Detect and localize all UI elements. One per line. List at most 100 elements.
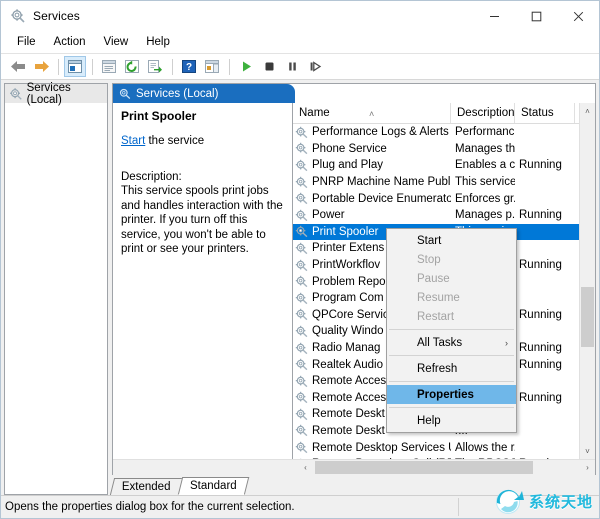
export-list-icon[interactable]	[144, 56, 166, 77]
sort-ascending-icon: ˄	[369, 109, 375, 119]
view-tabs: Extended Standard	[109, 475, 596, 495]
menu-view[interactable]: View	[95, 34, 138, 51]
table-row[interactable]: PNRP Machine Name Publi... This service .…	[293, 174, 579, 191]
row-description-cell: Enables a c...	[455, 159, 515, 172]
restart-service-icon[interactable]	[304, 56, 326, 77]
service-detail-panel: Print Spooler Start the service Descript…	[113, 103, 293, 459]
row-status-cell: Running	[519, 159, 562, 172]
services-gear-icon	[295, 325, 308, 338]
table-row[interactable]: Portable Device Enumerator... Enforces gr…	[293, 190, 579, 207]
maximize-button[interactable]	[515, 1, 557, 31]
tab-extended-label: Extended	[121, 481, 171, 493]
row-name-label: Print Spooler	[312, 225, 379, 238]
tree-item-services-local[interactable]: Services (Local)	[5, 81, 107, 106]
row-name-label: Realtek Audio	[312, 358, 383, 371]
list-vertical-scrollbar[interactable]: ˄ ˅	[579, 103, 595, 459]
scroll-right-icon[interactable]: ›	[580, 460, 595, 475]
row-description-cell: The RPCSS ...	[451, 458, 515, 459]
vertical-scroll-thumb[interactable]	[581, 287, 594, 347]
row-name-label: Remote Procedure Call (RPC)	[312, 458, 451, 459]
row-name-label: Remote Acces	[312, 391, 387, 404]
tab-extended[interactable]: Extended	[109, 478, 183, 495]
close-button[interactable]	[557, 1, 599, 31]
results-pane: Services (Local) Print Spooler Start the…	[109, 83, 596, 495]
services-gear-icon	[295, 408, 308, 421]
forward-icon[interactable]	[30, 56, 52, 77]
menu-bar: File Action View Help	[1, 31, 599, 54]
context-menu-item-refresh[interactable]: Refresh	[387, 359, 516, 378]
menu-help[interactable]: Help	[137, 34, 179, 51]
row-name-label: QPCore Servic	[312, 308, 389, 321]
back-icon[interactable]	[7, 56, 29, 77]
row-name-label: Quality Windo	[312, 325, 384, 338]
menu-file[interactable]: File	[8, 34, 45, 51]
services-gear-icon	[295, 242, 308, 255]
tab-standard[interactable]: Standard	[177, 477, 249, 495]
table-row[interactable]: Power Manages p... Running	[293, 207, 579, 224]
context-menu-item-label: Refresh	[417, 362, 458, 375]
horizontal-scroll-track[interactable]	[313, 460, 580, 475]
properties-icon[interactable]	[98, 56, 120, 77]
pause-service-icon[interactable]	[281, 56, 303, 77]
context-menu-item-pause: Pause	[387, 269, 516, 288]
row-description-cell: Manages p...	[455, 209, 515, 222]
show-hide-tree-icon[interactable]	[64, 56, 86, 77]
row-status-cell: Running	[515, 458, 575, 459]
detail-action-suffix: the service	[145, 135, 205, 147]
context-menu-item-help[interactable]: Help	[387, 411, 516, 430]
context-menu-item-properties[interactable]: Properties	[387, 385, 516, 404]
row-name-cell: Plug and Play	[293, 159, 451, 172]
start-service-icon[interactable]	[235, 56, 257, 77]
refresh-icon[interactable]	[121, 56, 143, 77]
table-row[interactable]: Remote Desktop Services U... Allows the r…	[293, 439, 579, 456]
horizontal-scroll-thumb[interactable]	[315, 461, 533, 474]
services-gear-icon	[295, 342, 308, 355]
context-menu-separator	[389, 329, 514, 330]
scroll-down-icon[interactable]: ˅	[580, 443, 595, 459]
svg-text:?: ?	[186, 62, 192, 73]
services-gear-icon	[295, 225, 308, 238]
context-menu-item-stop: Stop	[387, 250, 516, 269]
services-gear-icon	[295, 142, 308, 155]
scroll-up-icon[interactable]: ˄	[580, 103, 595, 119]
context-menu-item-label: Start	[417, 234, 442, 247]
table-row[interactable]: Remote Procedure Call (RPC)The RPCSS ...…	[293, 456, 579, 459]
toolbar-separator	[229, 58, 230, 75]
table-row[interactable]: Performance Logs & Alerts Performanc...	[293, 124, 579, 141]
vertical-scroll-track[interactable]	[580, 119, 595, 443]
row-name-label: Problem Repo	[312, 275, 386, 288]
table-row[interactable]: Phone Service Manages th...	[293, 141, 579, 158]
column-header-description[interactable]: Description	[451, 103, 515, 123]
row-status-cell: Running	[519, 308, 562, 321]
status-bar-divider	[458, 498, 459, 516]
context-menu-item-all-tasks[interactable]: All Tasks ›	[387, 333, 516, 352]
services-gear-icon	[118, 87, 131, 100]
services-window: Services File Action View Help ? Service…	[0, 0, 600, 519]
help-icon[interactable]: ?	[178, 56, 200, 77]
show-action-pane-icon[interactable]	[201, 56, 223, 77]
scroll-left-icon[interactable]: ‹	[298, 460, 313, 475]
start-service-link[interactable]: Start	[121, 135, 145, 147]
window-title: Services	[33, 9, 80, 23]
menu-action[interactable]: Action	[45, 34, 95, 51]
services-gear-icon	[10, 8, 26, 24]
stop-service-icon[interactable]	[258, 56, 280, 77]
tree-item-label: Services (Local)	[26, 81, 71, 106]
column-header-status[interactable]: Status	[515, 103, 575, 123]
row-status-cell: Running	[519, 209, 562, 222]
row-name-cell: PNRP Machine Name Publi...	[293, 176, 451, 189]
context-menu-item-label: Stop	[417, 253, 441, 266]
list-horizontal-scrollbar[interactable]: ‹ ›	[113, 459, 595, 475]
minimize-button[interactable]	[473, 1, 515, 31]
row-name-cell: Portable Device Enumerator...	[293, 192, 451, 205]
context-menu-item-label: Properties	[417, 388, 474, 401]
row-name-label: Performance Logs & Alerts	[312, 126, 449, 139]
table-row[interactable]: Plug and Play Enables a c... Running	[293, 157, 579, 174]
context-menu-item-start[interactable]: Start	[387, 231, 516, 250]
context-menu-item-label: All Tasks	[417, 336, 463, 349]
services-gear-icon	[295, 259, 308, 272]
context-menu-item-label: Help	[417, 414, 441, 427]
column-header-name[interactable]: Name ˄	[293, 103, 451, 123]
row-status-cell: Running	[519, 259, 562, 272]
services-gear-icon	[295, 275, 308, 288]
